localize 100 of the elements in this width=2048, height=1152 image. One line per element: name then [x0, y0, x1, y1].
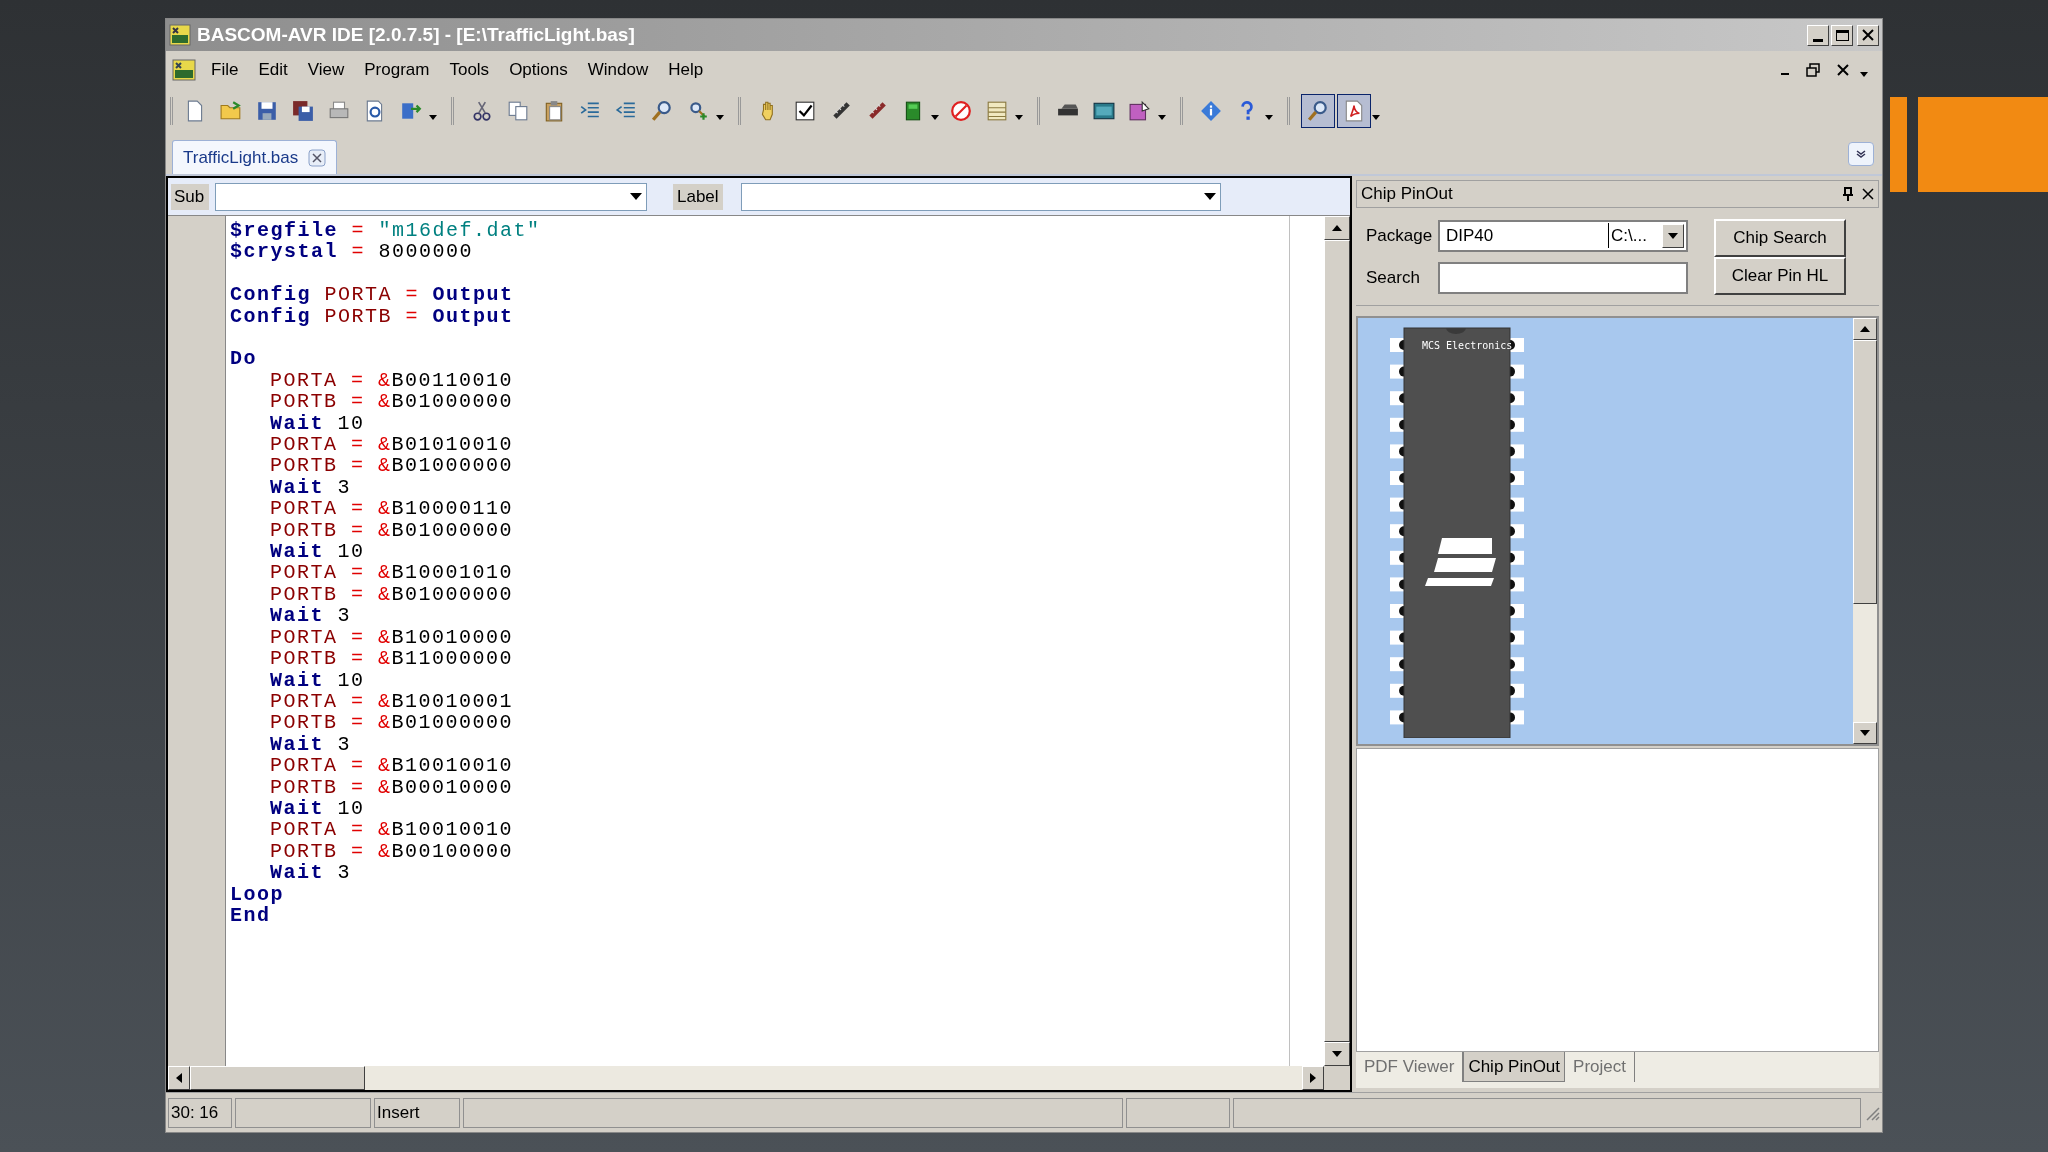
menu-item[interactable]: Program: [355, 55, 439, 85]
toggle-button[interactable]: [1337, 94, 1371, 128]
search-field[interactable]: [1438, 261, 1688, 294]
search-icon: [1307, 100, 1329, 122]
close-icon[interactable]: [1836, 63, 1850, 77]
code-line: PORTA = &B10010010: [269, 755, 514, 777]
menu-item[interactable]: Tools: [440, 55, 499, 85]
code-line: PORTB = &B01000000: [269, 455, 514, 477]
app-icon: [169, 24, 191, 46]
grid-icon[interactable]: [986, 100, 1008, 122]
left-arrow-icon: [176, 1073, 182, 1083]
graphic-icon[interactable]: [1129, 100, 1151, 122]
code-line: Wait 10: [269, 669, 365, 691]
code-line: Do: [230, 346, 257, 370]
close-icon[interactable]: [1862, 188, 1874, 200]
right-arrow-icon: [1310, 1073, 1316, 1083]
panel-tab[interactable]: Chip PinOut: [1463, 1052, 1566, 1082]
info-icon[interactable]: [1200, 100, 1222, 122]
menu-item[interactable]: Help: [659, 55, 713, 85]
folder-icon[interactable]: [220, 100, 242, 122]
panel-tab[interactable]: Project: [1565, 1052, 1635, 1082]
lcd-icon[interactable]: [1093, 100, 1115, 122]
sub-label: Sub: [171, 183, 209, 210]
checkbox-icon[interactable]: [794, 100, 816, 122]
scroll-up-button[interactable]: [1853, 318, 1877, 340]
scissors-icon[interactable]: [471, 100, 493, 122]
chevron-icon: [1855, 149, 1867, 159]
label-label: Label: [673, 183, 723, 210]
scroll-left-button[interactable]: [168, 1066, 190, 1090]
menu-item[interactable]: Window: [578, 55, 658, 85]
menu-item[interactable]: View: [298, 55, 354, 85]
restore-icon[interactable]: [1806, 63, 1820, 77]
caret-icon[interactable]: [1158, 114, 1166, 120]
code-line: $crystal = 8000000: [230, 241, 474, 263]
toggle-button[interactable]: [1301, 94, 1335, 128]
minimize-button[interactable]: [1807, 24, 1829, 46]
up-arrow-icon: [1332, 225, 1342, 231]
sub-dropdown[interactable]: [215, 182, 647, 211]
code-line: PORTA = &B01010010: [269, 434, 514, 456]
code-line: Wait 3: [269, 862, 352, 884]
scroll-right-button[interactable]: [1302, 1066, 1324, 1090]
caret-icon[interactable]: [931, 114, 939, 120]
code-line: Wait 3: [269, 605, 352, 627]
code-line: PORTB = &B01000000: [269, 583, 514, 606]
code-line: Wait 10: [269, 541, 365, 563]
scroll-thumb[interactable]: [190, 1066, 365, 1090]
insert-mode: Insert: [374, 1097, 460, 1128]
code-line: Wait 3: [269, 733, 352, 756]
code-line: PORTB = &B00010000: [269, 776, 514, 798]
caret-icon[interactable]: [716, 114, 724, 120]
caret-icon[interactable]: [1372, 114, 1380, 120]
disks-icon[interactable]: [292, 100, 314, 122]
clipboard-icon[interactable]: [543, 100, 565, 122]
window-title: BASCOM-AVR IDE [2.0.7.5] - [E:\TrafficLight.bas]: [197, 22, 636, 47]
menu-item[interactable]: File: [202, 55, 248, 85]
document-tab[interactable]: TrafficLight.bas: [172, 140, 338, 174]
up-arrow-icon: [1860, 326, 1870, 332]
code-line: PORTB = &B01000000: [269, 712, 514, 734]
package-dropdown[interactable]: DIP40 C:\...: [1438, 219, 1688, 252]
scroll-thumb[interactable]: [1853, 340, 1877, 604]
find-next-icon[interactable]: [687, 100, 709, 122]
vertical-scrollbar[interactable]: [1853, 318, 1877, 744]
panel-button[interactable]: Chip Search: [1714, 218, 1846, 257]
horizontal-scrollbar[interactable]: [168, 1066, 1324, 1090]
export-icon[interactable]: [400, 100, 422, 122]
scroll-down-button[interactable]: [1324, 1042, 1350, 1066]
code-line: PORTA = &B10000110: [269, 498, 514, 520]
code-line: PORTA = &B10010000: [269, 626, 514, 649]
pdf-icon: [1343, 100, 1365, 122]
caret-icon[interactable]: [1015, 114, 1023, 120]
copy-icon[interactable]: [507, 100, 529, 122]
code-line: Wait 10: [269, 797, 365, 820]
resize-grip-icon[interactable]: [1864, 1104, 1880, 1121]
no-entry-icon[interactable]: [950, 100, 972, 122]
caret-icon[interactable]: [429, 114, 437, 120]
maximize-button[interactable]: [1831, 24, 1853, 46]
scroll-up-button[interactable]: [1324, 216, 1350, 240]
label-dropdown[interactable]: [740, 182, 1221, 211]
caret-icon[interactable]: [1265, 114, 1273, 120]
down-arrow-icon: [1332, 1051, 1342, 1057]
close-button[interactable]: [1857, 24, 1879, 46]
code-line: PORTB = &B11000000: [269, 648, 514, 670]
scroll-down-button[interactable]: [1853, 722, 1877, 744]
chevron-button[interactable]: [1848, 142, 1874, 166]
down-arrow-icon: [1860, 730, 1870, 736]
search-label: Search: [1366, 266, 1421, 289]
code-line: PORTA = &B10010001: [269, 690, 514, 713]
caret-icon[interactable]: [1860, 71, 1868, 77]
panel-button[interactable]: Clear Pin HL: [1714, 256, 1846, 295]
menu-item[interactable]: Edit: [249, 55, 297, 85]
caret-icon: [1203, 193, 1216, 200]
caret-icon: [1668, 232, 1678, 239]
close-icon[interactable]: [308, 148, 327, 167]
code-line: PORTB = &B00100000: [269, 840, 514, 863]
pin-icon[interactable]: [1842, 187, 1854, 201]
search-icon[interactable]: [651, 100, 673, 122]
menu-item[interactable]: Options: [500, 55, 577, 85]
chip-label: MCS Electronics: [1422, 339, 1513, 353]
code-line: PORTB = &B01000000: [269, 391, 514, 413]
code-line: $regfile = "m16def.dat": [230, 220, 541, 242]
